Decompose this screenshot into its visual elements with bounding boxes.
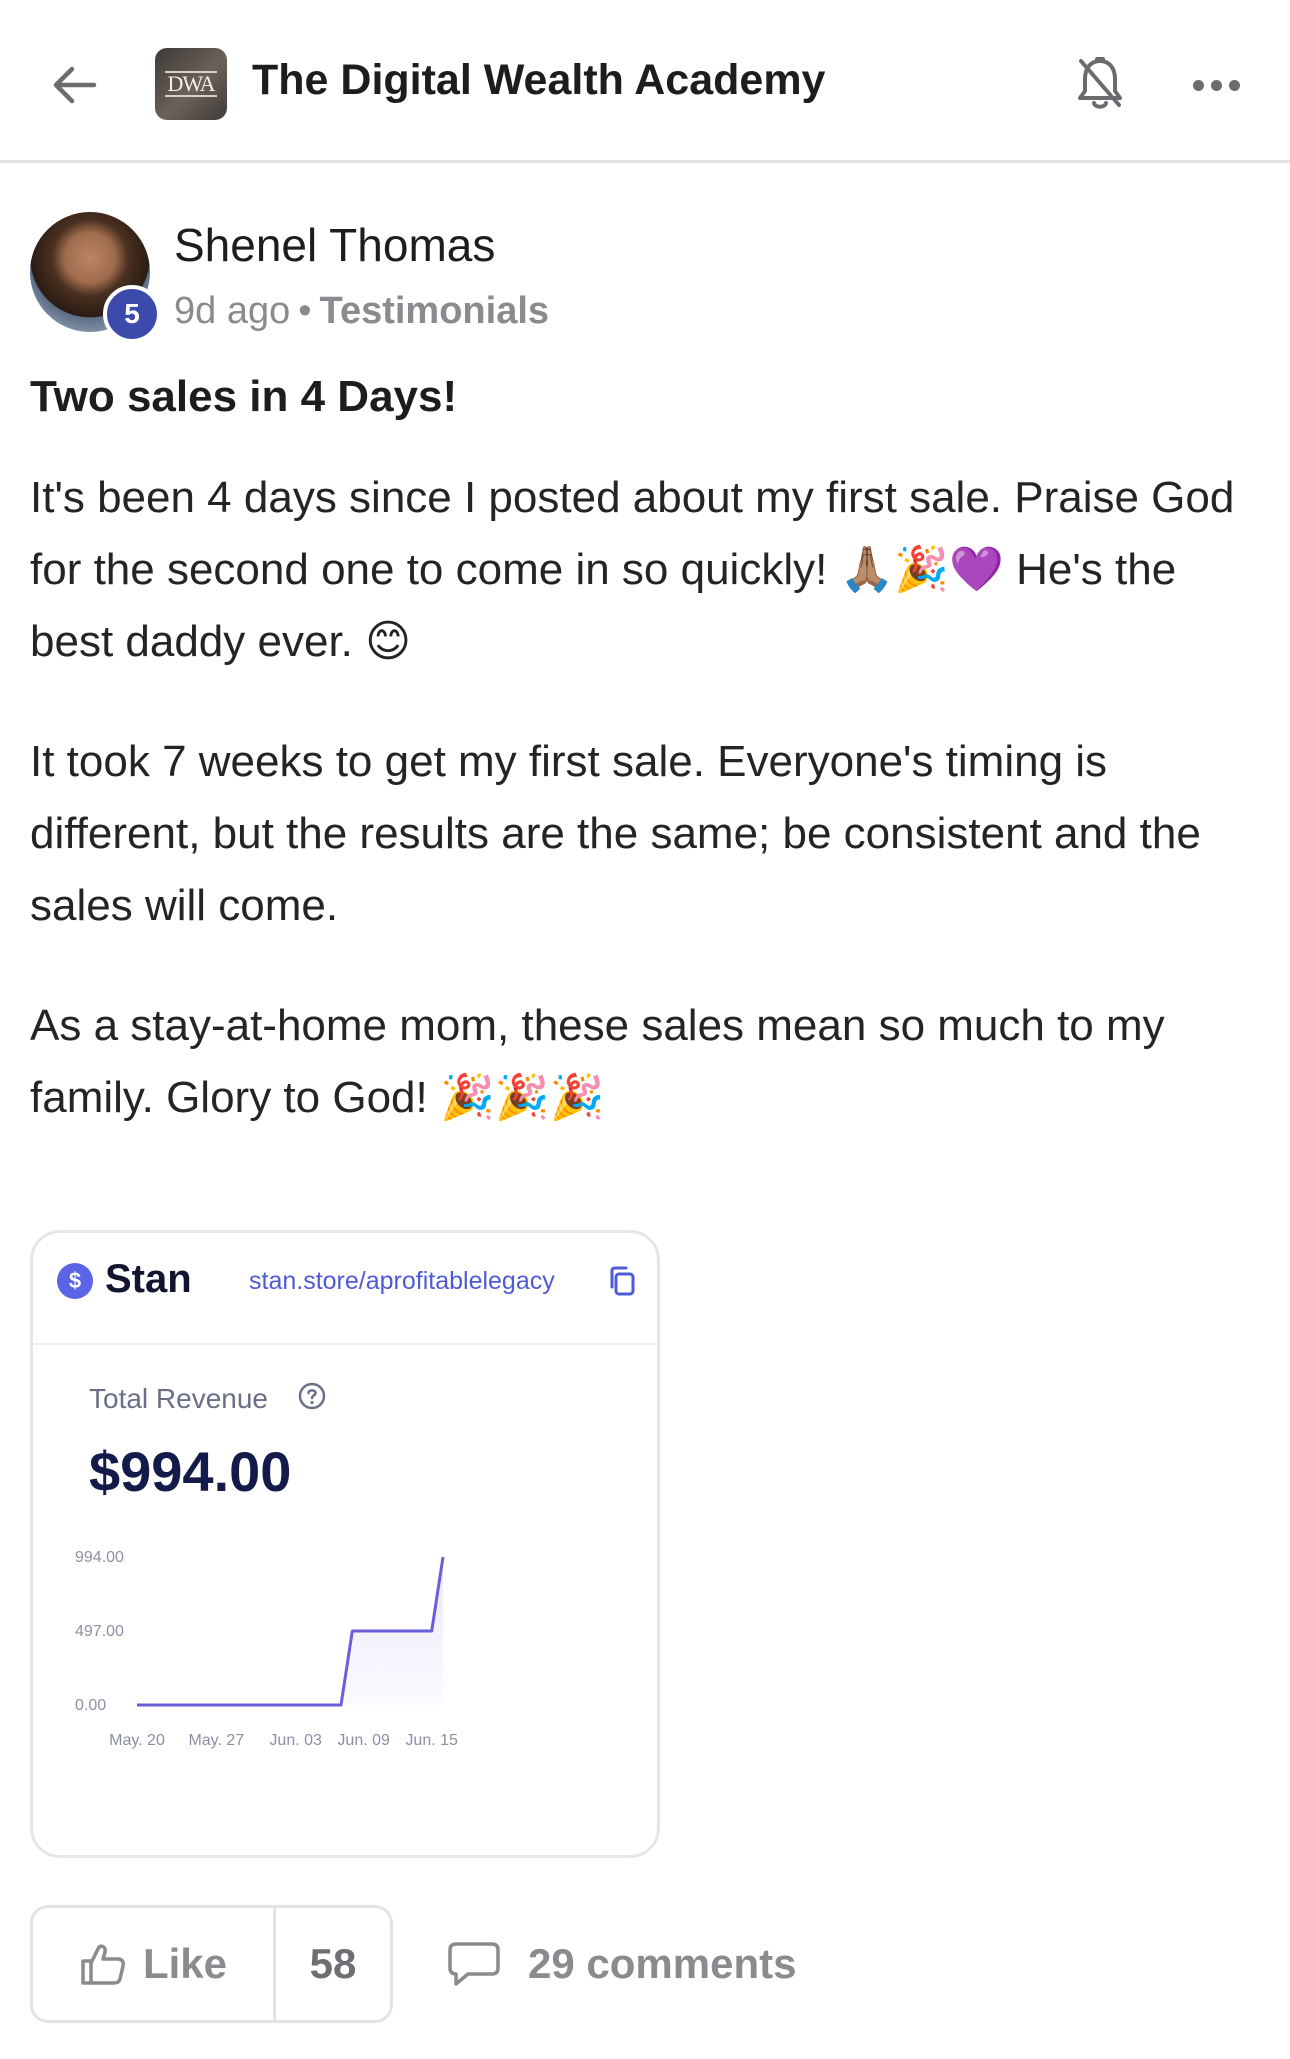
- more-options-button[interactable]: [1184, 60, 1248, 110]
- like-label: Like: [142, 1940, 228, 1987]
- post-paragraph: It's been 4 days since I posted about my…: [30, 473, 1235, 666]
- arrow-left-icon: [53, 66, 97, 104]
- meta-separator: •: [298, 290, 312, 332]
- x-tick-label: May. 27: [188, 1732, 244, 1749]
- group-title[interactable]: The Digital Wealth Academy: [252, 56, 825, 105]
- card-header: $ Stan stan.store/aprofitablelegacy: [33, 1233, 657, 1345]
- comment-icon: [448, 1942, 500, 1986]
- attached-image[interactable]: $ Stan stan.store/aprofitablelegacy Tota…: [30, 1230, 660, 1858]
- y-tick-label: 994.00: [75, 1549, 124, 1566]
- post-title: Two sales in 4 Days!: [30, 372, 458, 421]
- notifications-off-button[interactable]: [1068, 48, 1132, 120]
- comments-label: 29 comments: [528, 1940, 797, 1987]
- help-icon: [298, 1382, 326, 1410]
- more-dot: [1192, 79, 1204, 91]
- brand-name: Stan: [105, 1257, 192, 1301]
- post-paragraph: As a stay-at-home mom, these sales mean …: [30, 1001, 1165, 1122]
- post-time: 9d ago: [174, 290, 291, 332]
- more-dot: [1228, 79, 1240, 91]
- group-logo-text: DWA: [165, 71, 217, 97]
- x-tick-label: Jun. 15: [405, 1732, 458, 1749]
- y-tick-label: 497.00: [75, 1623, 124, 1640]
- group-logo[interactable]: DWA: [155, 48, 227, 120]
- revenue-label: Total Revenue: [89, 1383, 269, 1414]
- thumbs-up-icon: [81, 1944, 125, 1985]
- post-meta: 9d ago • Testimonials: [174, 290, 549, 333]
- post-paragraph: It took 7 weeks to get my first sale. Ev…: [30, 737, 1201, 930]
- comments-button[interactable]: 29 comments: [446, 1920, 796, 2008]
- copy-icon: [610, 1266, 635, 1296]
- post-category[interactable]: Testimonials: [320, 290, 549, 332]
- level-badge: 5: [103, 285, 161, 343]
- like-button[interactable]: Like: [33, 1908, 276, 2020]
- x-tick-label: Jun. 03: [269, 1732, 322, 1749]
- bell-off-icon: [1078, 57, 1122, 109]
- back-button[interactable]: [44, 50, 104, 120]
- store-url: stan.store/aprofitablelegacy: [249, 1267, 555, 1295]
- x-tick-label: Jun. 09: [337, 1732, 390, 1749]
- y-tick-label: 0.00: [75, 1697, 106, 1714]
- more-dot: [1210, 79, 1222, 91]
- like-count[interactable]: 58: [276, 1908, 390, 2020]
- post-body: It's been 4 days since I posted about my…: [30, 462, 1260, 1182]
- revenue-chart: 994.00 497.00 0.00 May. 20 May. 27 Jun. 03 Jun…: [75, 1549, 458, 1749]
- like-group: Like 58: [30, 1905, 393, 2023]
- dollar-icon: $: [57, 1263, 93, 1299]
- revenue-value: $994.00: [89, 1440, 292, 1503]
- author-name[interactable]: Shenel Thomas: [174, 218, 495, 272]
- top-bar: DWA The Digital Wealth Academy: [0, 0, 1290, 163]
- x-tick-label: May. 20: [109, 1732, 165, 1749]
